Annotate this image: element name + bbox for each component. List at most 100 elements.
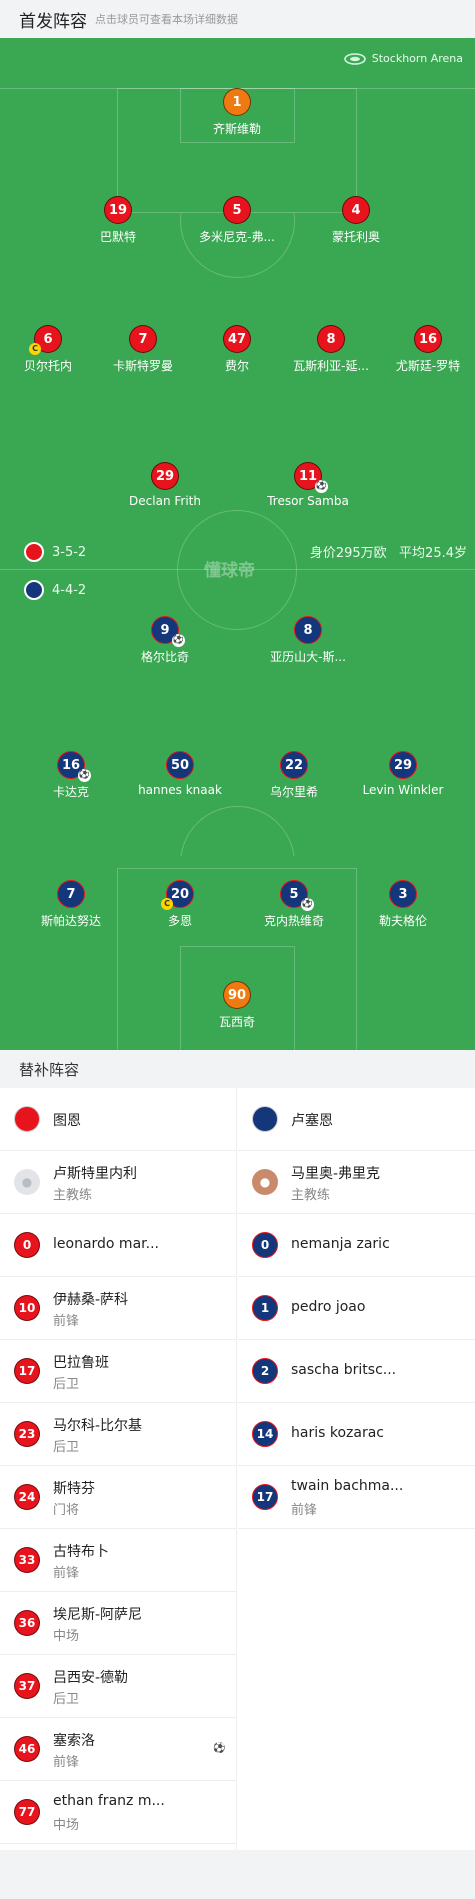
sub-player-row[interactable]: 1 pedro joao <box>238 1277 475 1340</box>
sub-player-row[interactable]: 17 巴拉鲁班 后卫 <box>0 1340 236 1403</box>
player-number: 90 <box>223 981 251 1009</box>
home-formation: 3-5-2 <box>52 544 87 560</box>
home-team-row[interactable]: 图恩 <box>0 1088 236 1151</box>
sub-player-number: 46 <box>14 1736 40 1762</box>
sub-player-position: 后卫 <box>53 1440 80 1455</box>
player-away[interactable]: 29 Levin Winkler <box>343 751 463 797</box>
sub-player-name: haris kozarac <box>291 1425 384 1441</box>
player-home[interactable]: 1 齐斯维勒 <box>177 88 297 137</box>
player-number: 5 <box>223 196 251 224</box>
coach-avatar-icon: ● <box>252 1169 278 1195</box>
player-name: 多恩 <box>167 914 192 928</box>
away-coach-name: 马里奥-弗里克 <box>291 1166 381 1182</box>
player-number-text: 11 <box>298 468 318 484</box>
goal-ball-icon: ⚽ <box>78 769 91 782</box>
player-away[interactable]: 90 瓦西奇 <box>177 981 297 1030</box>
sub-player-position: 前锋 <box>53 1566 80 1581</box>
player-number: 22 <box>280 751 308 779</box>
player-number: 7 <box>57 880 85 908</box>
home-team-avg-age: 平均25.4岁 <box>399 546 467 561</box>
player-name: Levin Winkler <box>362 783 444 797</box>
player-number-text: 5 <box>289 886 299 902</box>
player-away[interactable]: 5 ⚽ 克内热维奇 <box>234 880 354 929</box>
sub-player-row[interactable]: 2 sascha britsc... <box>238 1340 475 1403</box>
away-team-row[interactable]: 卢塞恩 <box>238 1088 475 1151</box>
player-away[interactable]: 7 斯帕达努达 <box>11 880 131 929</box>
sub-player-row[interactable]: 46 塞索洛 前锋 ⚽ <box>0 1718 236 1781</box>
sub-player-row[interactable]: 0 leonardo mar... <box>0 1214 236 1277</box>
sub-player-position: 门将 <box>53 1503 80 1518</box>
player-name: 多米尼克-弗... <box>199 230 275 244</box>
home-coach-row[interactable]: ● 卢斯特里内利 主教练 <box>0 1151 236 1214</box>
player-name: 乌尔里希 <box>269 785 318 799</box>
player-home[interactable]: 16 尤斯廷-罗特 <box>368 325 475 374</box>
player-number: 20 C <box>161 880 194 910</box>
home-team-crest-icon <box>14 1106 40 1132</box>
sub-player-position: 后卫 <box>53 1692 80 1707</box>
player-number: 50 <box>166 751 194 779</box>
player-number: 5 ⚽ <box>280 880 314 911</box>
player-home[interactable]: 4 蒙托利奥 <box>296 196 416 245</box>
player-away[interactable]: 9 ⚽ 格尔比奇 <box>105 616 225 665</box>
player-name: 蒙托利奥 <box>331 230 380 244</box>
player-number: 4 <box>342 196 370 224</box>
player-home[interactable]: 29 Declan Frith <box>105 462 225 508</box>
sub-player-name: pedro joao <box>291 1299 366 1315</box>
sub-player-number: 14 <box>252 1421 278 1447</box>
captain-icon: C <box>29 343 41 355</box>
home-coach-name: 卢斯特里内利 <box>53 1166 137 1182</box>
player-number: 1 <box>223 88 251 116</box>
sub-player-number: 10 <box>14 1295 40 1321</box>
player-number: 19 <box>104 196 132 224</box>
sub-player-row[interactable]: 24 斯特芬 门将 <box>0 1466 236 1529</box>
away-coach-row[interactable]: ● 马里奥-弗里克 主教练 <box>238 1151 475 1214</box>
player-number: 11 ⚽ <box>294 462 328 493</box>
sub-player-row[interactable]: 17 twain bachma... 前锋 <box>238 1466 475 1529</box>
player-away[interactable]: 50 hannes knaak <box>120 751 240 797</box>
sub-player-number: 0 <box>252 1232 278 1258</box>
player-home[interactable]: 11 ⚽ Tresor Samba <box>248 462 368 508</box>
player-away[interactable]: 8 亚历山大-斯... <box>248 616 368 665</box>
player-home[interactable]: 19 巴默特 <box>58 196 178 245</box>
sub-player-row[interactable]: 23 马尔科-比尔基 后卫 <box>0 1403 236 1466</box>
player-home[interactable]: 5 多米尼克-弗... <box>177 196 297 245</box>
player-number-text: 20 <box>170 886 190 902</box>
away-subs-column: 卢塞恩 ● 马里奥-弗里克 主教练 0 nemanja zaric 1 pedro j… <box>238 1088 475 1529</box>
sub-player-name: 巴拉鲁班 <box>53 1355 109 1371</box>
goal-ball-icon: ⚽ <box>213 1742 226 1755</box>
sub-player-name: twain bachma... <box>291 1478 404 1494</box>
player-number: 6C <box>29 325 62 355</box>
watermark-logo: 懂球帝 <box>204 561 255 581</box>
player-number: 8 <box>294 616 322 644</box>
page-bottom-spacer <box>0 1850 475 1899</box>
player-name: Declan Frith <box>129 494 201 508</box>
sub-player-row[interactable]: 33 古特布卜 前锋 <box>0 1529 236 1592</box>
player-number: 29 <box>151 462 179 490</box>
sub-player-row[interactable]: 10 伊赫桑-萨科 前锋 <box>0 1277 236 1340</box>
player-away[interactable]: 22 乌尔里希 <box>234 751 354 800</box>
player-number-text: 6 <box>43 331 53 347</box>
sub-player-name: 埃尼斯-阿萨尼 <box>53 1607 143 1623</box>
player-away[interactable]: 20 C 多恩 <box>120 880 240 929</box>
player-number-text: 9 <box>160 622 170 638</box>
sub-player-name: 古特布卜 <box>53 1544 109 1560</box>
player-name: 斯帕达努达 <box>40 914 101 928</box>
player-away[interactable]: 16 ⚽ 卡达克 <box>11 751 131 800</box>
lineup-title: 首发阵容 <box>19 11 87 32</box>
subs-title: 替补阵容 <box>0 1050 475 1088</box>
player-name: hannes knaak <box>138 783 222 797</box>
sub-player-row[interactable]: 37 吕西安-德勒 后卫 <box>0 1655 236 1718</box>
sub-player-row[interactable]: 0 nemanja zaric <box>238 1214 475 1277</box>
sub-player-row[interactable]: 77 ethan franz m... 中场 <box>0 1781 236 1844</box>
sub-player-name: ethan franz m... <box>53 1793 165 1809</box>
player-away[interactable]: 3 勒夫格伦 <box>343 880 463 929</box>
sub-player-name: 斯特芬 <box>53 1481 95 1497</box>
lineup-header: 首发阵容 点击球员可查看本场详细数据 <box>0 0 475 38</box>
sub-player-number: 23 <box>14 1421 40 1447</box>
sub-player-row[interactable]: 14 haris kozarac <box>238 1403 475 1466</box>
player-name: 格尔比奇 <box>140 650 189 664</box>
sub-player-position: 中场 <box>53 1629 80 1644</box>
sub-player-row[interactable]: 36 埃尼斯-阿萨尼 中场 <box>0 1592 236 1655</box>
sub-player-number: 2 <box>252 1358 278 1384</box>
home-coach-role: 主教练 <box>53 1188 93 1203</box>
